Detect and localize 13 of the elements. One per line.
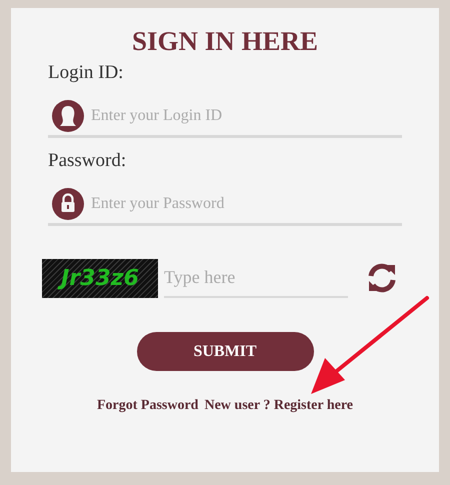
captcha-field[interactable]: Type here bbox=[164, 264, 348, 290]
user-icon bbox=[51, 98, 85, 132]
input-field[interactable]: Enter your Password bbox=[91, 192, 402, 216]
captcha-image: Jr33z6 bbox=[42, 258, 158, 298]
field-label: Password: bbox=[48, 149, 128, 173]
form-title: SIGN IN HERE bbox=[132, 26, 318, 56]
text-link[interactable]: New user ? Register here bbox=[204, 395, 354, 416]
field-label: Login ID: bbox=[48, 61, 124, 85]
submit-button[interactable]: SUBMIT bbox=[136, 332, 314, 371]
lock-icon bbox=[51, 186, 85, 220]
text-link[interactable]: Forgot Password bbox=[96, 395, 198, 416]
refresh-icon[interactable] bbox=[366, 262, 398, 294]
input-field[interactable]: Enter your Login ID bbox=[91, 104, 402, 128]
